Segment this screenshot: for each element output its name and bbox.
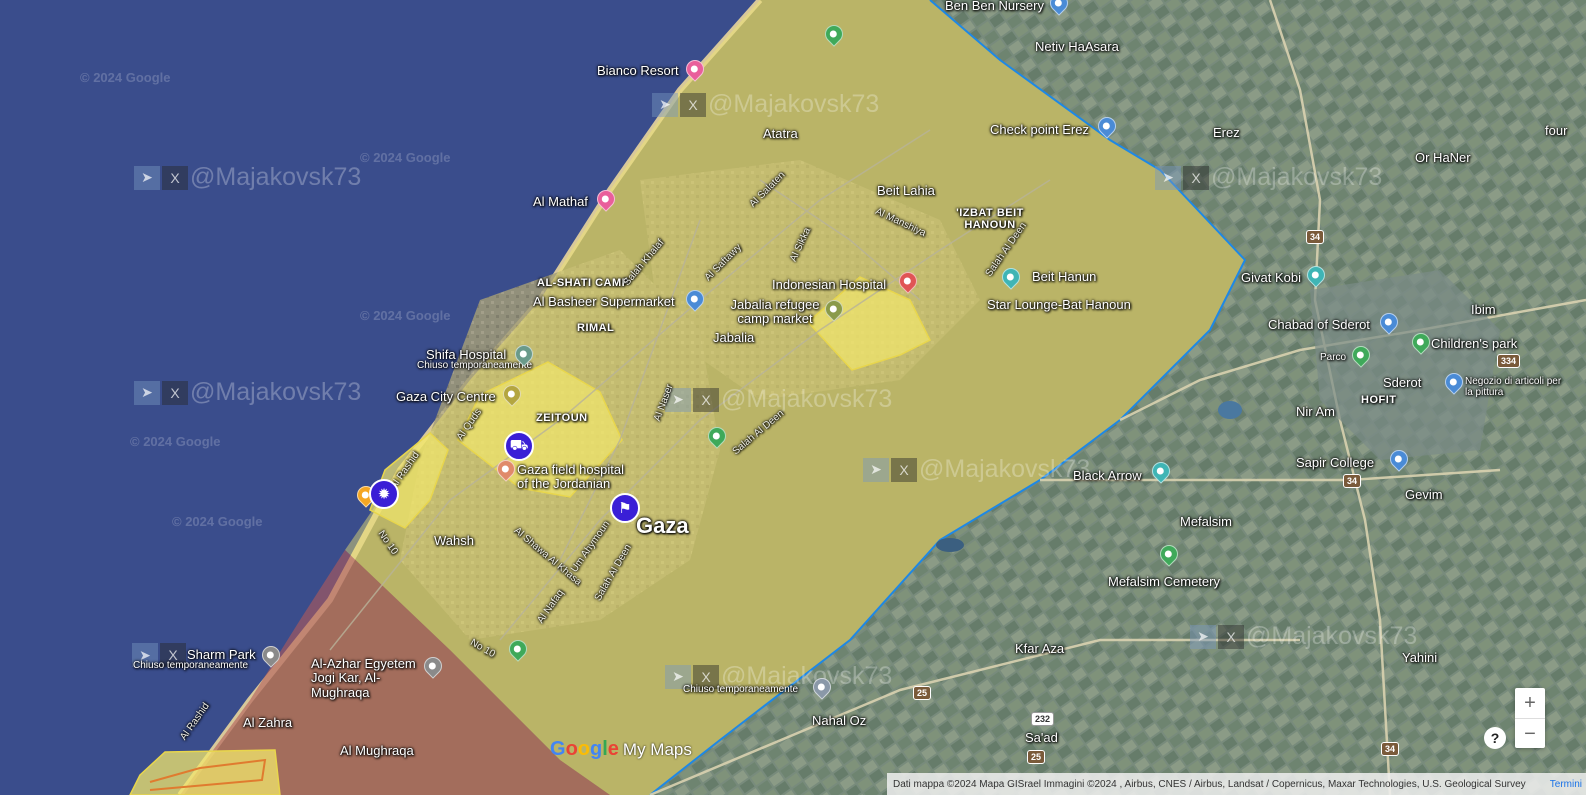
- terms-link[interactable]: Termini: [1550, 779, 1582, 790]
- copyright-watermark: © 2024 Google: [172, 514, 263, 529]
- place-label: Al Zahra: [243, 715, 293, 730]
- zoom-control: + −: [1515, 688, 1545, 748]
- place-label: Parco: [1320, 352, 1347, 363]
- place-label: Al Mughraqa: [340, 743, 414, 758]
- telegram-icon: ➤: [134, 165, 160, 190]
- telegram-icon: ➤: [1190, 624, 1216, 649]
- status-label: Chiuso temporaneamente: [683, 684, 799, 695]
- place-label: AL-SHATI CAMP: [537, 277, 630, 289]
- reservoir: [1218, 401, 1242, 419]
- place-label: Wahsh: [434, 533, 474, 548]
- copyright-watermark: © 2024 Google: [80, 70, 171, 85]
- place-label[interactable]: Children's park: [1431, 337, 1517, 350]
- place-label[interactable]: Al-Azhar Egyetem Jogi Kar, Al-Mughraqa: [311, 656, 431, 700]
- zoom-out-button[interactable]: −: [1515, 718, 1545, 749]
- place-label[interactable]: Bianco Resort: [597, 64, 679, 77]
- place-label: RIMAL: [577, 322, 615, 334]
- channel-watermark: ➤ X @Majakovsk73: [134, 378, 361, 407]
- place-label: Netiv HaAsara: [1035, 39, 1119, 54]
- place-label: Gevim: [1405, 487, 1443, 502]
- place-label: Yahini: [1402, 650, 1438, 665]
- place-label[interactable]: Chabad of Sderot: [1268, 318, 1370, 331]
- place-label: ZEITOUN: [536, 412, 588, 424]
- status-label: Chiuso temporaneamente: [133, 660, 249, 671]
- place-label[interactable]: Gaza City Centre: [396, 390, 496, 403]
- place-label[interactable]: Black Arrow: [1073, 469, 1142, 482]
- copyright-watermark: © 2024 Google: [130, 434, 221, 449]
- x-logo-icon: X: [891, 457, 917, 482]
- place-label: Beit Hanun: [1032, 269, 1097, 284]
- reservoir-2: [936, 538, 964, 552]
- place-label[interactable]: Check point Erez: [990, 123, 1089, 136]
- road-shield: 232: [1031, 712, 1055, 726]
- place-label: Nir Am: [1296, 404, 1335, 419]
- city-label: Gaza: [636, 513, 689, 538]
- place-label: HOFIT: [1361, 394, 1397, 406]
- channel-watermark: ➤ X @Majakovsk73: [1155, 163, 1382, 192]
- place-label[interactable]: Sapir College: [1296, 456, 1374, 469]
- road-shield: 25: [913, 686, 932, 700]
- attribution-text: Dati mappa ©2024 Mapa GISrael Immagini ©…: [893, 778, 1526, 790]
- place-label[interactable]: Mefalsim Cemetery: [1108, 575, 1220, 588]
- place-label[interactable]: Ben Ben Nursery: [945, 0, 1044, 12]
- channel-watermark: ➤ X @Majakovsk73: [863, 455, 1090, 484]
- place-label[interactable]: Al Basheer Supermarket: [533, 295, 675, 308]
- channel-watermark: ➤ X @Majakovsk73: [134, 163, 361, 192]
- tank-marker-icon[interactable]: ⛟: [504, 431, 534, 461]
- place-label[interactable]: Star Lounge-Bat Hanoun: [987, 298, 1131, 311]
- channel-watermark: ➤ X @Majakovsk73: [652, 90, 879, 119]
- place-label[interactable]: Indonesian Hospital: [772, 278, 886, 291]
- explosion-marker-icon[interactable]: ✹: [369, 479, 399, 509]
- x-logo-icon: X: [1183, 165, 1209, 190]
- x-logo-icon: X: [162, 380, 188, 405]
- place-label: Erez: [1213, 125, 1240, 140]
- copyright-watermark: © 2024 Google: [360, 150, 451, 165]
- google-my-maps-logo: Google My Maps: [550, 738, 692, 760]
- status-label: Chiuso temporaneamente: [417, 360, 533, 371]
- road-shield: 25: [1027, 750, 1046, 764]
- place-label: Or HaNer: [1415, 150, 1471, 165]
- place-label[interactable]: Jabalia refugee camp market: [726, 297, 824, 327]
- place-label[interactable]: Negozio di articoli per la pittura: [1465, 376, 1565, 398]
- channel-watermark: ➤ X @Majakovsk73: [1190, 622, 1417, 651]
- copyright-watermark: © 2024 Google: [360, 308, 451, 323]
- place-label: Atatra: [763, 126, 798, 141]
- place-label: Beit Lahia: [877, 183, 935, 198]
- place-label: Jabalia: [713, 330, 755, 345]
- x-logo-icon: X: [1218, 624, 1244, 649]
- telegram-icon: ➤: [1155, 165, 1181, 190]
- place-label: Nahal Oz: [812, 713, 867, 728]
- place-label[interactable]: Gaza field hospital of the Jordanian: [517, 463, 637, 490]
- attribution-bar: Dati mappa ©2024 Mapa GISrael Immagini ©…: [887, 773, 1586, 795]
- zoom-in-button[interactable]: +: [1515, 688, 1545, 718]
- telegram-icon: ➤: [134, 380, 160, 405]
- x-logo-icon: X: [693, 387, 719, 412]
- place-label: Mefalsim: [1180, 514, 1233, 529]
- road-shield: 34: [1343, 474, 1362, 488]
- x-logo-icon: X: [680, 92, 706, 117]
- place-label: Givat Kobi: [1241, 270, 1301, 285]
- road-shield: 334: [1497, 354, 1521, 368]
- place-label[interactable]: Al Mathaf: [533, 195, 588, 208]
- help-button[interactable]: ?: [1484, 727, 1506, 749]
- x-logo-icon: X: [162, 165, 188, 190]
- place-label: Ibim: [1471, 302, 1496, 317]
- place-label: Sa'ad: [1025, 730, 1058, 745]
- place-label: Kfar Aza: [1015, 641, 1065, 656]
- road-shield: 34: [1381, 742, 1400, 756]
- place-label: four: [1545, 123, 1568, 138]
- telegram-icon: ➤: [863, 457, 889, 482]
- telegram-icon: ➤: [652, 92, 678, 117]
- road-shield: 34: [1306, 230, 1325, 244]
- place-label: Sderot: [1383, 375, 1422, 390]
- artillery-marker-icon[interactable]: ⚑: [610, 493, 640, 523]
